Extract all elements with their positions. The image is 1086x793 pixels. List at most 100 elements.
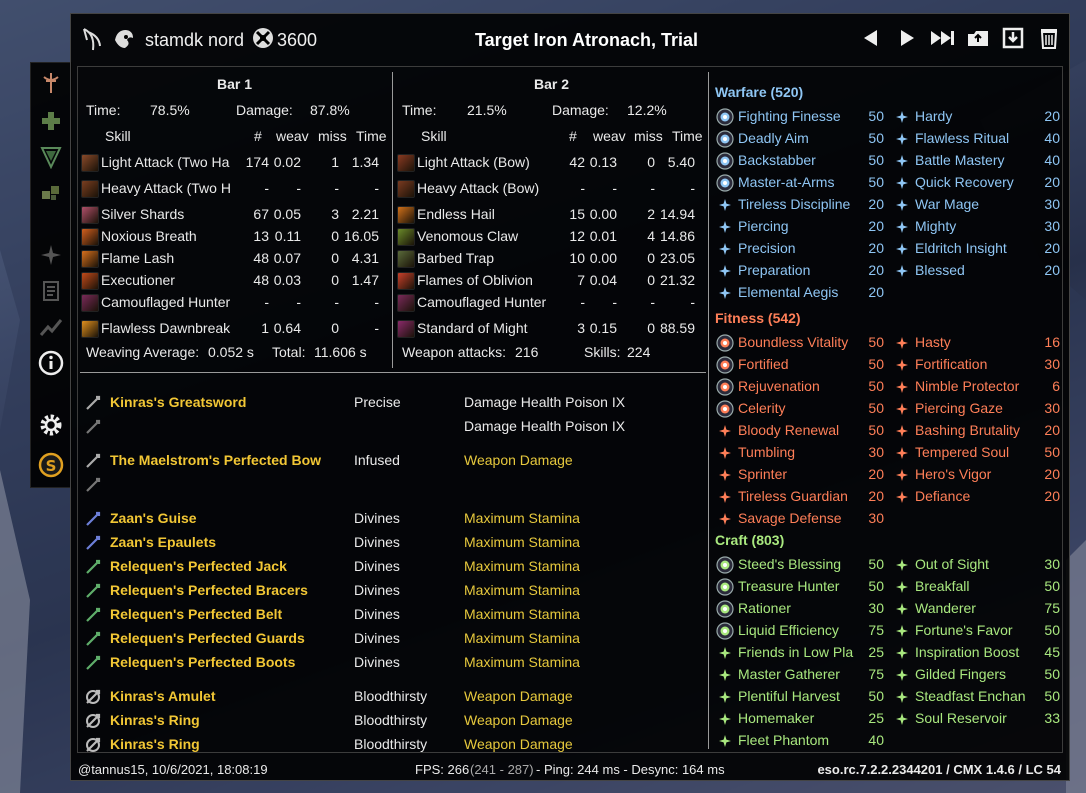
passive-star-icon (716, 218, 734, 236)
bar2-skill-time: - (690, 180, 695, 196)
cp-star-points: 50 (1044, 622, 1060, 638)
passive-star-icon (716, 466, 734, 484)
bar1-skill-weav: 0.02 (273, 154, 301, 170)
cp-star-name: Preparation (738, 262, 811, 278)
cp-star-name: Fortune's Favor (915, 622, 1013, 638)
gear-item-name[interactable]: Relequen's Perfected Belt (110, 606, 282, 622)
cp-star-points: 50 (1044, 444, 1060, 460)
previous-fight-icon[interactable] (859, 26, 885, 52)
bar1-skill-name: Noxious Breath (101, 228, 197, 244)
cp-star-points: 25 (868, 710, 884, 726)
gear-item-trait: Divines (354, 654, 400, 670)
bar2-skill-weav: 0.15 (589, 320, 617, 336)
healing-icon[interactable] (37, 107, 65, 135)
delete-fight-icon[interactable] (1037, 26, 1063, 52)
shield-icon[interactable] (37, 143, 65, 171)
bar2-skill-weav: 0.13 (589, 154, 617, 170)
cp-star-points: 6 (1052, 378, 1060, 394)
gear-item-name[interactable]: Kinras's Greatsword (110, 394, 246, 410)
bar1-skill-weav: 0.05 (273, 206, 301, 222)
gear-item-name[interactable]: Relequen's Perfected Guards (110, 630, 305, 646)
bar1-weaving-label: Weaving Average: (86, 344, 200, 360)
gear-item-enchant: Maximum Stamina (464, 510, 580, 526)
gear-item-enchant: Maximum Stamina (464, 558, 580, 574)
buffs-icon[interactable] (37, 179, 65, 207)
venomous-claw-icon (397, 228, 415, 246)
bar1-damage-label: Damage: (236, 102, 293, 118)
passive-star-icon (893, 196, 911, 214)
bar1-skill-name: Flame Lash (101, 250, 175, 266)
gear-item-name[interactable]: Kinras's Ring (110, 736, 200, 752)
gear-item-name[interactable]: Zaan's Guise (110, 510, 197, 526)
gold-coin-icon[interactable]: S (37, 451, 65, 479)
last-fight-icon[interactable] (929, 26, 955, 52)
load-fight-icon[interactable] (1001, 26, 1027, 52)
gear-item-trait: Divines (354, 510, 400, 526)
gloves-icon (84, 582, 102, 600)
bar1-skill-weav: - (296, 294, 301, 310)
cp-star-name: Bashing Brutality (915, 422, 1021, 438)
gear-item-name[interactable]: Relequen's Perfected Jack (110, 558, 287, 574)
cp-star-points: 50 (868, 400, 884, 416)
bar1-skill-weav: 0.11 (274, 228, 301, 244)
gear-item-enchant: Damage Health Poison IX (464, 394, 626, 410)
cp-star-name: Fleet Phantom (738, 732, 830, 748)
cp-star-points: 30 (868, 600, 884, 616)
bar1-damage-value: 87.8% (310, 102, 350, 118)
cp-star-points: 40 (1044, 130, 1060, 146)
log-icon[interactable] (37, 277, 65, 305)
fight-report-icon[interactable] (37, 69, 65, 97)
gear-item-name[interactable]: Kinras's Amulet (110, 688, 216, 704)
cp-star-name: Fortification (915, 356, 988, 372)
cp-star-name: Piercing Gaze (915, 400, 1003, 416)
bar2-skill-name: Barbed Trap (417, 250, 495, 266)
bar2-skill-weav: 0.04 (589, 272, 617, 288)
cp-star-name: Tempered Soul (915, 444, 1010, 460)
gear-item-name[interactable]: Kinras's Ring (110, 712, 200, 728)
passive-star-icon (716, 644, 734, 662)
save-fight-icon[interactable] (965, 26, 991, 52)
gear-item-name[interactable]: Zaan's Epaulets (110, 534, 216, 550)
fight-target-title: Target Iron Atronach, Trial (475, 30, 699, 50)
info-icon[interactable] (37, 349, 65, 377)
greatsword-heavy-icon (81, 180, 99, 198)
cp-star-points: 50 (1044, 666, 1060, 682)
bar1-col-time: Time (356, 128, 387, 144)
bar2-skill-time: 14.86 (659, 228, 695, 244)
cp-star-name: Rejuvenation (738, 378, 820, 394)
cp-star-name: Elemental Aegis (738, 284, 839, 300)
bar1-skill-weav: 0.64 (273, 320, 301, 336)
status-footer: @tannus15, 10/6/2021, 18:08:19 FPS: 266 … (71, 758, 1069, 780)
cp-star-points: 33 (1044, 710, 1060, 726)
passive-star-icon (893, 688, 911, 706)
gear-item-trait: Bloodthirsty (354, 712, 428, 728)
cp-star-name: Treasure Hunter (738, 578, 840, 594)
cp-star-name: Piercing (738, 218, 789, 234)
bar2-damage-label: Damage: (552, 102, 609, 118)
cp-star-name: Tireless Guardian (738, 488, 848, 504)
passive-star-icon (893, 444, 911, 462)
next-fight-icon[interactable] (895, 26, 921, 52)
cp-star-points: 50 (868, 152, 884, 168)
bar2-col-skill: Skill (421, 128, 447, 144)
boots-icon (84, 654, 102, 672)
settings-gear-icon[interactable] (37, 411, 65, 439)
cp-star-points: 50 (868, 356, 884, 372)
passive-star-icon (893, 600, 911, 618)
bar2-skill-time: 14.94 (659, 206, 695, 222)
passive-star-icon (893, 378, 911, 396)
gear-item-name[interactable]: Relequen's Perfected Bracers (110, 582, 308, 598)
passive-star-icon (716, 284, 734, 302)
gear-item-trait: Bloodthirsty (354, 688, 428, 704)
graph-icon[interactable] (37, 313, 65, 341)
gear-item-name[interactable]: Relequen's Perfected Boots (110, 654, 295, 670)
cp-star-name: Savage Defense (738, 510, 842, 526)
passive-star-icon (716, 444, 734, 462)
gear-item-name[interactable]: The Maelstrom's Perfected Bow (110, 452, 321, 468)
resources-icon[interactable] (37, 241, 65, 269)
stats-content-area: Bar 1 Time: 78.5% Damage: 87.8% Skill # … (77, 66, 1063, 753)
passive-star-icon (893, 710, 911, 728)
cp-star-points: 50 (868, 688, 884, 704)
bar1-skill-time: - (374, 180, 379, 196)
cp-star-name: Friends in Low Pla (738, 644, 854, 660)
